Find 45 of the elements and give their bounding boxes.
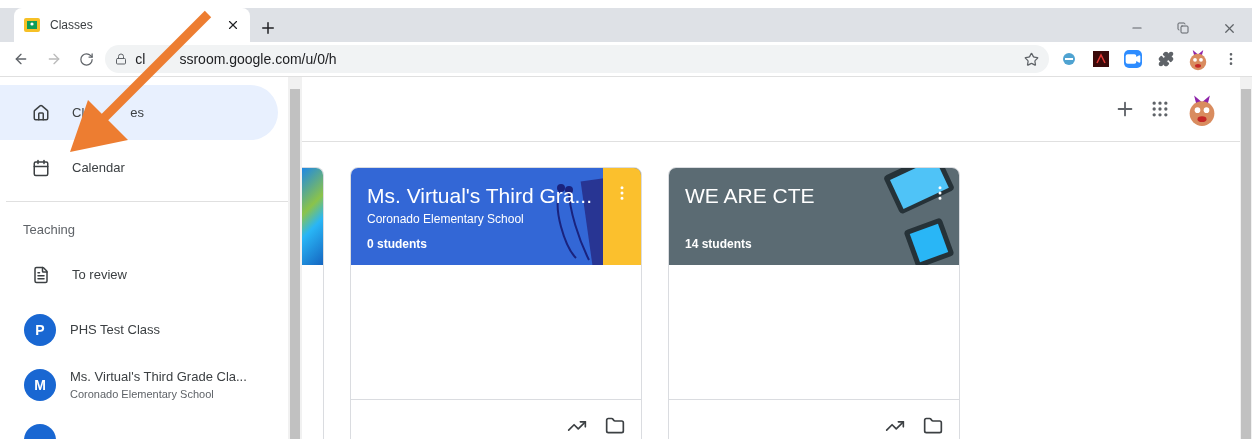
class-card[interactable] bbox=[302, 167, 324, 439]
home-icon bbox=[32, 103, 50, 122]
sidebar-item[interactable]: M Ms. Virtual's Third Grade Cla... Coronado Elementary School bbox=[0, 357, 278, 412]
student-count: 14 students bbox=[685, 237, 753, 251]
video-camera-icon[interactable] bbox=[1124, 50, 1143, 68]
close-icon[interactable] bbox=[226, 18, 240, 32]
reload-icon[interactable] bbox=[78, 51, 94, 67]
folder-icon[interactable] bbox=[605, 416, 625, 436]
school-name: Coronado Elementary School bbox=[367, 212, 525, 226]
folder-icon[interactable] bbox=[923, 416, 943, 436]
address-bar[interactable]: cl ssroom.google.com/u/0/h bbox=[105, 45, 1050, 73]
section-heading: Teaching bbox=[22, 221, 77, 239]
sidebar-item[interactable]: To review bbox=[0, 247, 278, 302]
class-title[interactable]: Ms. Virtual's Third Gra... bbox=[367, 184, 625, 208]
student-count: 0 students bbox=[367, 237, 428, 251]
sidebar-item[interactable]: Calendar bbox=[0, 140, 278, 195]
apps-icon[interactable] bbox=[1150, 99, 1170, 119]
sidebar-item[interactable]: P PHS Test Class bbox=[0, 302, 278, 357]
puzzle-icon[interactable] bbox=[1157, 51, 1174, 67]
lock-icon bbox=[115, 53, 128, 65]
class-name: Ms. Virtual's Third Grade Cla... bbox=[70, 369, 247, 384]
class-card[interactable]: WE ARE CTE 14 students bbox=[668, 167, 960, 439]
calendar-icon bbox=[32, 158, 50, 177]
item-label-fragment: es bbox=[130, 105, 144, 120]
item-label: PHS Test Class bbox=[70, 322, 161, 337]
class-card[interactable]: Ms. Virtual's Third Gra... Coronado Elementary School 0 students bbox=[350, 167, 642, 439]
class-avatar: M bbox=[24, 368, 56, 401]
extension-icon[interactable] bbox=[1060, 51, 1077, 67]
document-icon bbox=[32, 265, 50, 284]
pdf-extension-icon[interactable] bbox=[1092, 51, 1109, 67]
star-icon[interactable] bbox=[1024, 51, 1040, 67]
item-label: To review bbox=[72, 267, 127, 282]
url-fragment: cl bbox=[135, 51, 146, 67]
scrollbar[interactable] bbox=[288, 77, 302, 439]
new-tab-icon[interactable] bbox=[259, 19, 277, 37]
restore-icon[interactable] bbox=[1177, 22, 1189, 34]
tab-title: Classes bbox=[50, 18, 94, 32]
item-label: Calendar bbox=[72, 160, 125, 175]
browser-tab[interactable]: Classes bbox=[14, 8, 250, 42]
classroom-favicon bbox=[24, 18, 40, 32]
school-name: Coronado Elementary School bbox=[70, 388, 215, 400]
url-fragment: ssroom.google.com/u/0/h bbox=[179, 51, 337, 67]
class-avatar: P bbox=[24, 313, 56, 346]
scrollbar[interactable] bbox=[1240, 77, 1252, 439]
class-title[interactable]: WE ARE CTE bbox=[685, 184, 943, 208]
